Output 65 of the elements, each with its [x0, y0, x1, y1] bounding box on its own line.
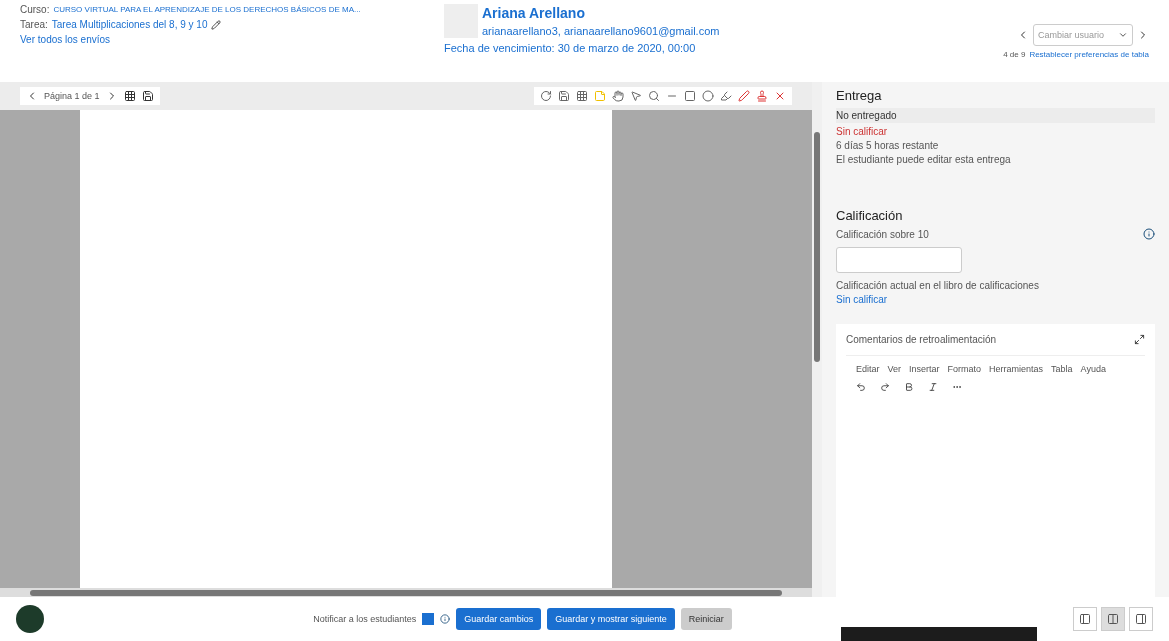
grading-status: Sin calificar [836, 126, 889, 137]
panel-icon [1107, 613, 1119, 625]
menu-item[interactable]: Insertar [909, 364, 940, 374]
layout-button[interactable] [1101, 607, 1125, 631]
menu-item[interactable]: Tabla [1051, 364, 1073, 374]
caret-icon [1118, 30, 1128, 40]
position-count: 4 de 9 [1003, 50, 1026, 59]
notify-label: Notificar a los estudiantes [313, 614, 417, 624]
bold-icon[interactable] [904, 382, 914, 392]
edit-icon[interactable] [211, 19, 222, 30]
info-icon[interactable] [440, 614, 451, 624]
grade-label: Calificación sobre 10 [836, 228, 929, 240]
due-date: Fecha de vencimiento: 30 de marzo de 2020, 00:00 [444, 42, 697, 54]
page-indicator: Página 1 de 1 [44, 91, 100, 101]
text-editor[interactable]: Editar Ver Insertar Formato Herramientas Tabla Ayuda [846, 355, 1145, 400]
view-all-link[interactable]: Ver todos los envíos [20, 34, 420, 45]
task-label: Tarea: [20, 19, 48, 30]
stamp-icon[interactable] [756, 90, 768, 102]
save-button[interactable]: Guardar cambios [456, 608, 542, 630]
menu-item[interactable]: Formato [947, 364, 982, 374]
reset-button[interactable]: Reiniciar [680, 608, 732, 630]
save-button[interactable]: Guardar y mostrar siguiente [547, 608, 675, 630]
hand-icon[interactable] [612, 90, 624, 102]
menu-item[interactable]: Ver [887, 364, 902, 374]
close-icon[interactable] [774, 90, 786, 102]
task-link[interactable]: Tarea Multiplicaciones del 8, 9 y 10 [51, 19, 208, 30]
gradebook-label: Calificación actual en el libro de calificaciones [836, 280, 1040, 291]
menu-item[interactable]: Ayuda [1080, 364, 1106, 374]
search-icon[interactable] [648, 90, 660, 102]
submission-status: No entregado [836, 108, 1155, 123]
panel-icon [1079, 613, 1091, 625]
grid-icon[interactable] [123, 90, 136, 102]
circle-icon[interactable] [702, 90, 714, 102]
feedback-title: Comentarios de retroalimentación [846, 334, 997, 345]
submission-heading: Entrega [836, 88, 883, 103]
edit-note: El estudiante puede editar esta entrega [836, 154, 1012, 165]
panel-icon [1135, 613, 1147, 625]
italic-icon[interactable] [928, 382, 938, 392]
grade-field[interactable] [836, 247, 962, 273]
expand-icon[interactable] [1134, 334, 1145, 345]
reset-link[interactable]: Restablecer preferencias de tabla [1029, 50, 1149, 59]
layout-button[interactable] [1129, 607, 1153, 631]
info-icon[interactable] [1143, 228, 1155, 240]
course-link[interactable]: CURSO VIRTUAL PARA EL APRENDIZAJE DE LOS DERECHOS BÁSICOS DE MA... [53, 5, 361, 14]
logo [16, 605, 44, 633]
user-email: arianaarellano3, arianaarellano9601@gmail.com [482, 25, 720, 37]
save-icon[interactable] [141, 90, 154, 102]
user-name[interactable]: Ariana Arellano [482, 5, 720, 21]
pointer-icon[interactable] [630, 90, 642, 102]
notify-checkbox[interactable] [422, 613, 435, 625]
redo-icon[interactable] [880, 382, 890, 392]
rotate-icon[interactable] [540, 90, 552, 102]
grid-icon[interactable] [576, 90, 588, 102]
rectangle-icon[interactable] [684, 90, 696, 102]
course-label: Curso: [20, 4, 50, 15]
grade-heading: Calificación [836, 208, 904, 223]
undo-icon[interactable] [856, 382, 866, 392]
menu-item[interactable]: Editar [856, 364, 880, 374]
pen-icon[interactable] [738, 90, 750, 102]
gradebook-value: Sin calificar [836, 294, 889, 305]
save-icon[interactable] [558, 90, 570, 102]
menu-item[interactable]: Herramientas [989, 364, 1044, 374]
layout-button[interactable] [1073, 607, 1097, 631]
highlighter-icon[interactable] [720, 90, 732, 102]
time-remaining: 6 días 5 horas restante [836, 140, 940, 151]
